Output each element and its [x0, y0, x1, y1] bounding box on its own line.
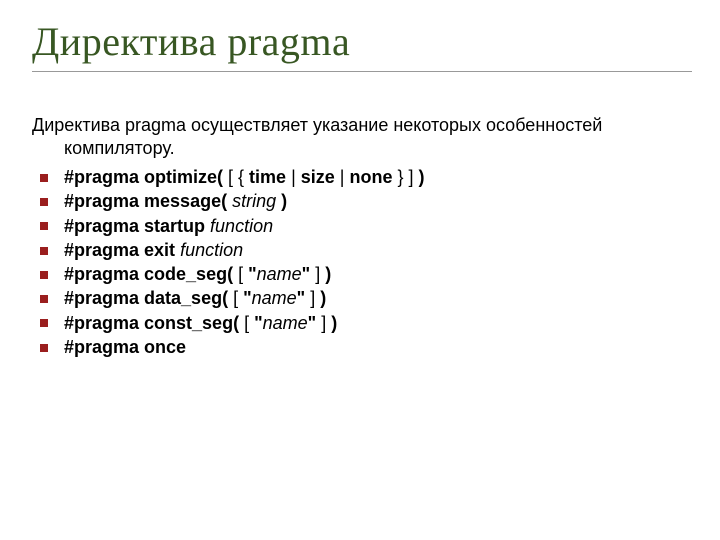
txt: #pragma code_seg( — [64, 264, 238, 284]
list-item: #pragma data_seg( [ "name" ] ) — [40, 286, 692, 310]
txt: ) — [276, 191, 287, 211]
txt: ) — [325, 264, 331, 284]
txt: } ] — [397, 167, 418, 187]
list-item: #pragma exit function — [40, 238, 692, 262]
txt: #pragma exit — [64, 240, 180, 260]
txt: #pragma optimize( — [64, 167, 228, 187]
list-item: #pragma const_seg( [ "name" ] ) — [40, 311, 692, 335]
txt: #pragma const_seg( — [64, 313, 244, 333]
txt: " — [308, 313, 322, 333]
txt: #pragma data_seg( — [64, 288, 233, 308]
intro-paragraph: Директива pragma осуществляет указание н… — [32, 114, 692, 159]
txt: ) — [418, 167, 424, 187]
pragma-list: #pragma optimize( [ { time | size | none… — [32, 165, 692, 359]
intro-line-2: компилятору. — [32, 137, 692, 160]
list-item: #pragma optimize( [ { time | size | none… — [40, 165, 692, 189]
list-item: #pragma startup function — [40, 214, 692, 238]
txt: function — [180, 240, 243, 260]
txt: time — [249, 167, 291, 187]
txt: [ { — [228, 167, 249, 187]
intro-line-1: Директива pragma осуществляет указание н… — [32, 115, 602, 135]
txt: " — [248, 264, 257, 284]
list-item: #pragma message( string ) — [40, 189, 692, 213]
txt: #pragma once — [64, 337, 186, 357]
list-item: #pragma code_seg( [ "name" ] ) — [40, 262, 692, 286]
title-underline — [32, 71, 692, 72]
txt: #pragma message( — [64, 191, 232, 211]
txt: [ — [238, 264, 248, 284]
txt: [ — [244, 313, 254, 333]
txt: none — [349, 167, 397, 187]
txt: " — [243, 288, 252, 308]
txt: ) — [320, 288, 326, 308]
slide-title: Директива pragma — [32, 18, 692, 65]
txt: | — [291, 167, 301, 187]
txt: ] — [321, 313, 331, 333]
txt: " — [254, 313, 263, 333]
txt: [ — [233, 288, 243, 308]
txt: " — [297, 288, 311, 308]
txt: #pragma startup — [64, 216, 210, 236]
txt: name — [257, 264, 302, 284]
txt: ) — [331, 313, 337, 333]
txt: " — [302, 264, 316, 284]
txt: size — [301, 167, 340, 187]
txt: string — [232, 191, 276, 211]
txt: function — [210, 216, 273, 236]
txt: ] — [310, 288, 320, 308]
list-item: #pragma once — [40, 335, 692, 359]
txt: name — [252, 288, 297, 308]
txt: ] — [315, 264, 325, 284]
txt: name — [263, 313, 308, 333]
slide: Директива pragma Директива pragma осущес… — [0, 0, 720, 540]
